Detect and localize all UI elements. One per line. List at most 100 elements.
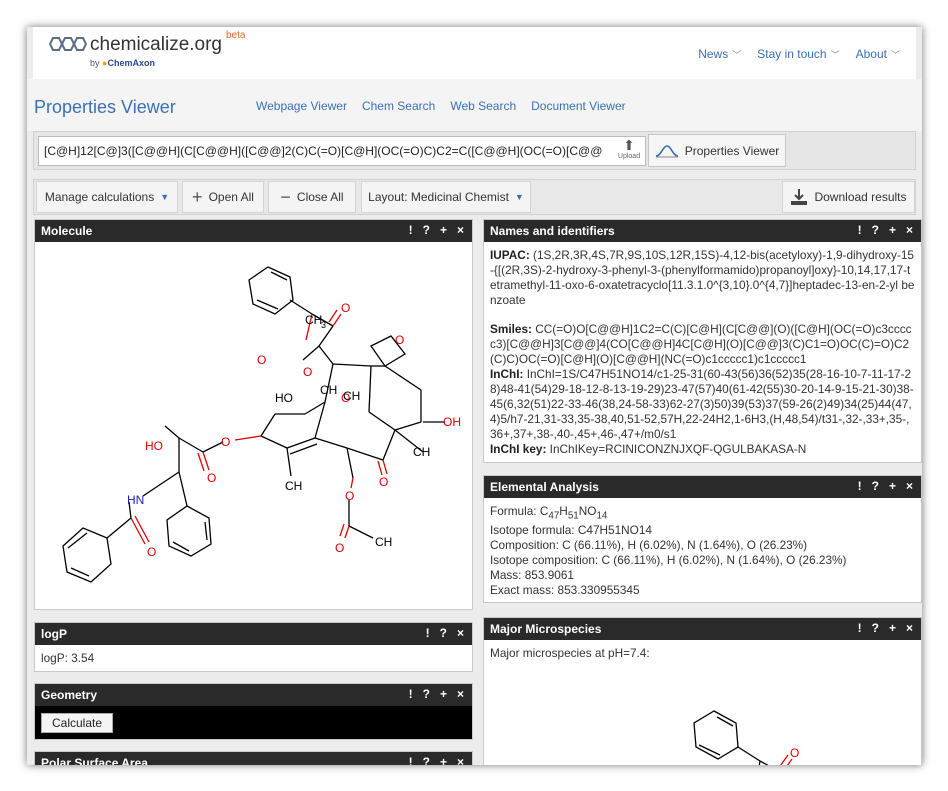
logo-by-text: by (90, 58, 100, 68)
major-microspecies-panel: Major Microspecies ! ? + × Major microsp… (483, 617, 922, 765)
link-web-search[interactable]: Web Search (450, 99, 516, 113)
help-icon[interactable]: ? (872, 479, 879, 493)
panel-controls: ! ? + × (858, 223, 913, 237)
molecule-atom-label: 3 (321, 320, 326, 330)
formula-part: H (559, 504, 568, 518)
layout-label: Layout: Medicinal Chemist (368, 190, 509, 204)
structure-input[interactable] (38, 136, 646, 166)
molecule-atom-label: CH (320, 383, 337, 397)
close-icon[interactable]: × (457, 755, 464, 765)
molecule-atom-label: CH (285, 479, 302, 493)
close-icon[interactable]: × (906, 479, 913, 493)
warning-icon[interactable]: ! (426, 626, 430, 640)
nav-about[interactable]: About ﹀ (856, 47, 900, 61)
close-all-label: Close All (296, 190, 344, 204)
isotope-formula: Isotope formula: C47H51NO14 (490, 523, 652, 538)
nav-news[interactable]: News ﹀ (698, 47, 741, 61)
molecule-atom-label: HO (275, 391, 293, 405)
curve-icon (655, 144, 678, 157)
calculate-button[interactable]: Calculate (41, 713, 114, 733)
expand-icon[interactable]: + (440, 755, 447, 765)
molecule-atom-label: HO (145, 439, 163, 453)
formula-label: Formula: (490, 504, 540, 518)
link-webpage-viewer[interactable]: Webpage Viewer (256, 99, 347, 113)
close-icon[interactable]: × (906, 223, 913, 237)
names-body: IUPAC: (1S,2R,3R,4S,7R,9S,10S,12R,15S)-4… (484, 242, 921, 463)
help-icon[interactable]: ? (423, 755, 430, 765)
logo-byline: by ●ChemAxon (90, 58, 155, 68)
panel-header: Molecule ! ? + × (35, 220, 472, 242)
molecule-structure: CH 3 O O O CH O CH O HO OH CH O CH O O C… (62, 266, 461, 583)
panel-title: Polar Surface Area (41, 756, 148, 765)
link-chem-search[interactable]: Chem Search (362, 99, 435, 113)
nav-stay-label: Stay in touch (757, 47, 827, 61)
close-icon[interactable]: × (457, 626, 464, 640)
panel-header: Geometry ! ? + × (35, 684, 472, 706)
help-icon[interactable]: ? (872, 621, 879, 635)
molecule-atom-label: O (345, 489, 354, 503)
warning-icon[interactable]: ! (858, 621, 862, 635)
molecule-atom-label: O (395, 333, 404, 347)
geometry-panel: Geometry ! ? + × Calculate (34, 683, 473, 740)
properties-viewer-button[interactable]: Properties Viewer (648, 134, 786, 167)
inchikey-label: InChI key: (490, 442, 547, 456)
expand-icon[interactable]: + (440, 223, 447, 237)
structure-input-bar: ⬆ Upload Properties Viewer (33, 131, 916, 170)
logo-text: chemicalize.org (90, 34, 222, 55)
close-icon[interactable]: × (457, 223, 464, 237)
warning-icon[interactable]: ! (858, 223, 862, 237)
nav-about-label: About (855, 47, 887, 61)
download-results-button[interactable]: Download results (782, 181, 915, 213)
panel-controls: ! ? × (426, 626, 464, 640)
formula-row: Formula: C47H51NO14 (490, 504, 915, 523)
smiles-row: Smiles: CC(=O)O[C@@H]1C2=C(C)[C@H](C[C@@… (490, 322, 915, 367)
help-icon[interactable]: ? (423, 687, 430, 701)
panel-title: Molecule (41, 224, 93, 238)
panel-controls: ! ? + × (409, 687, 464, 701)
molecule-atom-label: O (379, 475, 388, 489)
expand-icon[interactable]: + (440, 687, 447, 701)
help-icon[interactable]: ? (423, 223, 430, 237)
expand-icon[interactable]: + (889, 223, 896, 237)
properties-viewer-label: Properties Viewer (684, 143, 780, 158)
manage-calculations-dropdown[interactable]: Manage calculations ▼ (36, 181, 178, 213)
iupac-value: (1S,2R,3R,4S,7R,9S,10S,12R,15S)-4,12-bis… (490, 248, 915, 307)
hexagon-logo-icon (48, 37, 88, 51)
molecule-atom-label: O (335, 541, 344, 555)
open-all-button[interactable]: + Open All (182, 181, 264, 213)
plus-icon: + (192, 187, 203, 207)
warning-icon[interactable]: ! (858, 479, 862, 493)
chevron-down-icon: ﹀ (830, 50, 840, 60)
isotope-composition: Isotope composition: C (66.11%), H (6.02… (490, 553, 847, 568)
nav-stay-in-touch[interactable]: Stay in touch ﹀ (757, 47, 839, 61)
composition: Composition: C (66.11%), H (6.02%), N (1… (490, 538, 808, 553)
close-icon[interactable]: × (906, 621, 913, 635)
warning-icon[interactable]: ! (409, 755, 413, 765)
expand-icon[interactable]: + (889, 621, 896, 635)
geometry-body: Calculate (35, 706, 472, 737)
iupac-label: IUPAC: (490, 248, 530, 262)
panel-controls: ! ? + × (858, 479, 913, 493)
help-icon[interactable]: ? (872, 223, 879, 237)
layout-dropdown[interactable]: Layout: Medicinal Chemist ▼ (361, 181, 531, 213)
micro-atom-label: O (790, 746, 799, 760)
close-all-button[interactable]: − Close All (268, 181, 356, 213)
microspecies-structure: CH 3 O O (693, 710, 799, 765)
upload-button[interactable]: ⬆ Upload (614, 137, 644, 165)
molecule-atom-label: HN (127, 493, 144, 507)
molecule-atom-label: O (207, 471, 216, 485)
link-document-viewer[interactable]: Document Viewer (531, 99, 626, 113)
site-header: chemicalize.org beta by ●ChemAxon News ﹀ … (33, 27, 916, 79)
molecule-atom-label: O (147, 545, 156, 559)
polar-surface-area-panel: Polar Surface Area ! ? + × (34, 751, 473, 765)
iupac-row: IUPAC: (1S,2R,3R,4S,7R,9S,10S,12R,15S)-4… (490, 248, 915, 308)
download-label: Download results (814, 190, 907, 204)
beta-badge: beta (226, 30, 246, 41)
warning-icon[interactable]: ! (409, 223, 413, 237)
panel-controls: ! ? + × (858, 621, 913, 635)
help-icon[interactable]: ? (440, 626, 447, 640)
close-icon[interactable]: × (457, 687, 464, 701)
expand-icon[interactable]: + (889, 479, 896, 493)
warning-icon[interactable]: ! (409, 687, 413, 701)
viewer-nav: Webpage Viewer Chem Search Web Search Do… (256, 99, 626, 113)
